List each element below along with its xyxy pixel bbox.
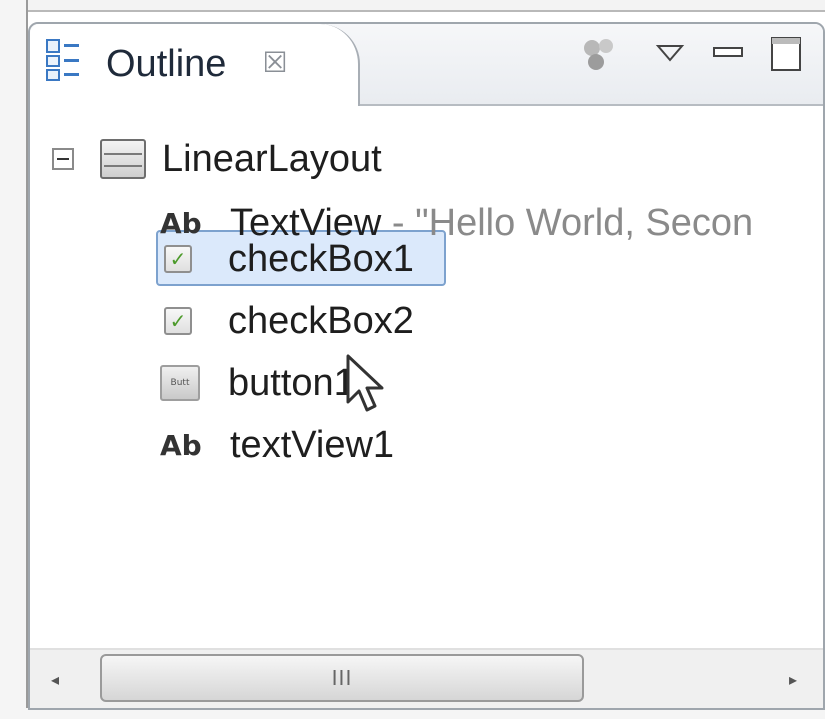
outline-icon <box>46 39 79 81</box>
maximize-icon <box>771 37 801 71</box>
button-widget-icon: Butt <box>160 365 200 401</box>
linear-layout-icon <box>100 139 146 179</box>
scroll-right-icon[interactable]: ▸ <box>778 664 808 694</box>
mouse-cursor-icon <box>346 354 384 412</box>
scrollbar-thumb[interactable]: III <box>100 654 584 702</box>
tree-item-checkbox2[interactable]: ✓ checkBox2 <box>160 292 414 350</box>
link-with-editor-button[interactable] <box>578 34 622 74</box>
left-panel-edge <box>0 0 28 719</box>
tab-outline[interactable]: Outline ☒ <box>30 24 360 106</box>
view-menu-button[interactable] <box>648 34 692 74</box>
checkbox-icon: ✓ <box>164 307 192 335</box>
tree-item-label: LinearLayout <box>162 137 382 180</box>
collapse-icon[interactable] <box>52 148 74 170</box>
close-icon[interactable]: ☒ <box>260 48 290 78</box>
outline-view: Outline ☒ LinearLayout Ab TextView - "He… <box>28 22 825 710</box>
link-with-editor-icon <box>584 39 613 70</box>
outline-tree: LinearLayout Ab TextView - "Hello World,… <box>30 108 823 648</box>
tree-item-label: checkBox2 <box>228 299 414 342</box>
tree-item-textview1[interactable]: Ab textView1 <box>160 416 394 474</box>
tree-item-button1[interactable]: Butt button1 <box>160 354 355 412</box>
tree-item-label: textView1 <box>230 423 395 466</box>
maximize-button[interactable] <box>764 34 808 74</box>
tree-item-linearlayout[interactable]: LinearLayout <box>100 130 382 188</box>
view-tabbar: Outline ☒ <box>30 24 823 106</box>
tree-item-label: checkBox1 <box>228 237 414 280</box>
minimize-button[interactable] <box>706 34 750 74</box>
horizontal-scrollbar[interactable]: ◂ III ▸ <box>30 648 823 708</box>
scrollbar-grip: III <box>331 666 353 690</box>
tree-item-checkbox1[interactable]: ✓ checkBox1 <box>160 230 414 288</box>
textview-icon: Ab <box>160 428 202 462</box>
scroll-left-icon[interactable]: ◂ <box>40 664 70 694</box>
top-panel-border <box>0 0 825 12</box>
checkbox-icon: ✓ <box>164 245 192 273</box>
minimize-icon <box>713 47 743 57</box>
tab-outline-label: Outline <box>106 43 227 85</box>
view-menu-icon <box>655 45 685 62</box>
tree-item-label: button1 <box>228 361 355 404</box>
